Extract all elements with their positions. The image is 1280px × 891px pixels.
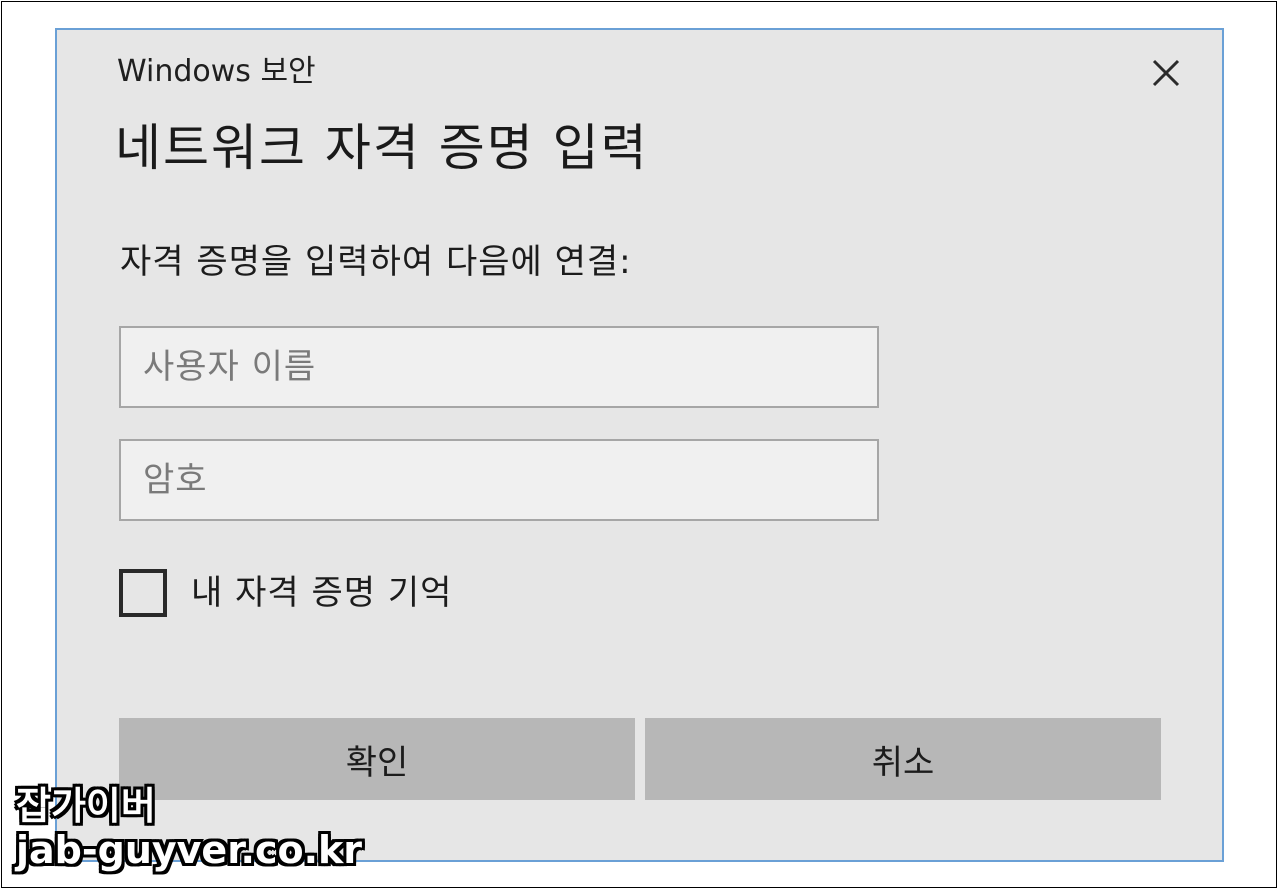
watermark-url: jab-guyver.co.kr	[16, 828, 363, 872]
close-button[interactable]	[1143, 50, 1189, 96]
close-icon	[1152, 59, 1180, 87]
dialog-heading: 네트워크 자격 증명 입력	[115, 119, 649, 177]
password-input[interactable]	[119, 439, 879, 521]
windows-security-dialog: Windows 보안 네트워크 자격 증명 입력 자격 증명을 입력하여 다음에…	[55, 28, 1224, 862]
site-watermark: 잡가이버 jab-guyver.co.kr	[16, 784, 362, 872]
watermark-brand: 잡가이버	[16, 784, 156, 828]
window-title: Windows 보안	[117, 54, 316, 89]
username-input[interactable]	[119, 326, 879, 408]
connection-prompt: 자격 증명을 입력하여 다음에 연결:	[120, 242, 632, 282]
remember-credentials-label: 내 자격 증명 기억	[191, 573, 453, 613]
checkbox-box[interactable]	[119, 569, 167, 617]
cancel-button[interactable]: 취소	[645, 718, 1161, 800]
remember-credentials-checkbox[interactable]: 내 자격 증명 기억	[119, 566, 452, 620]
